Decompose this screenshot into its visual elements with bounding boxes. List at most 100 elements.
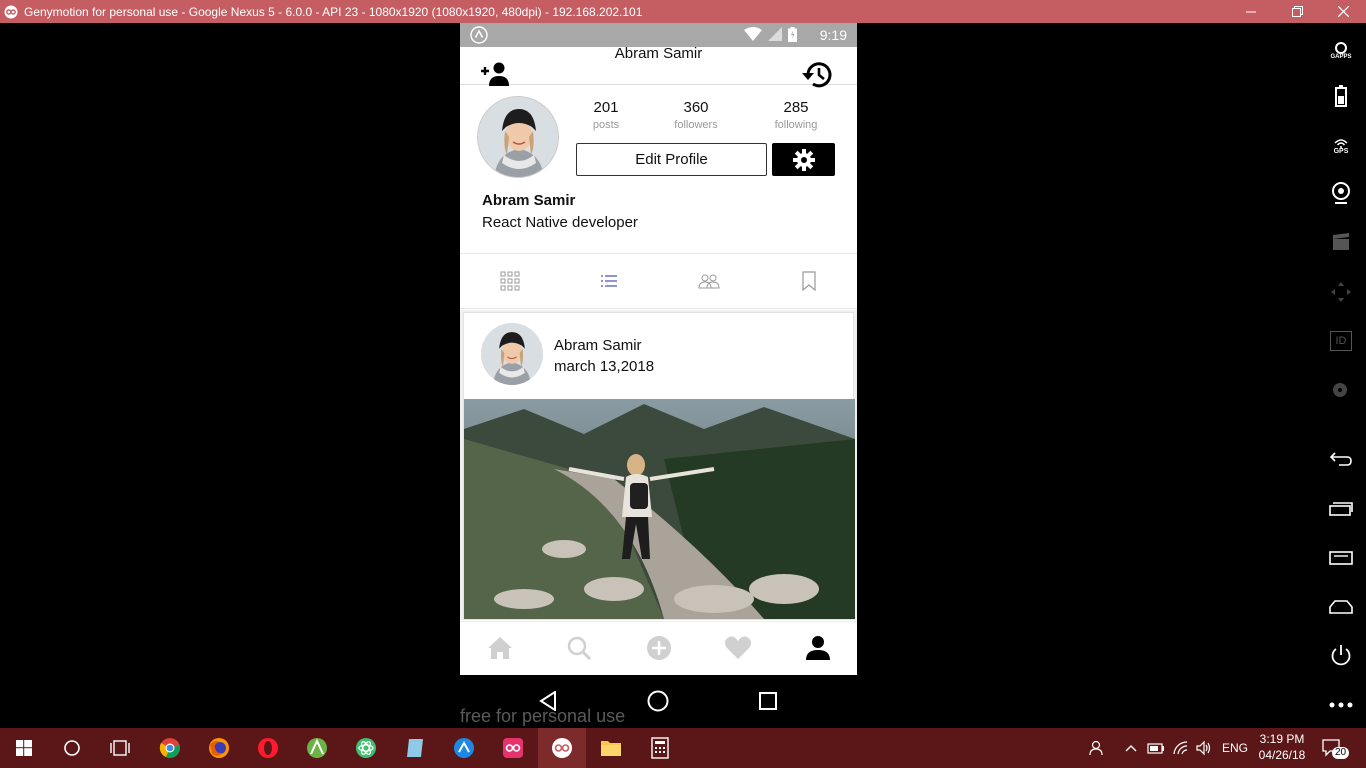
action-center-button[interactable]: 20 [1322, 728, 1350, 768]
back-button[interactable] [1329, 447, 1353, 471]
tab-list[interactable] [594, 266, 624, 296]
history-icon[interactable] [801, 60, 835, 90]
nav-activity[interactable] [724, 634, 752, 662]
task-view-icon [110, 740, 130, 756]
volume-tray[interactable] [1196, 728, 1212, 768]
android-studio-taskbar-button[interactable] [293, 728, 341, 768]
disk-widget[interactable] [1329, 378, 1353, 402]
power-icon [1331, 645, 1351, 666]
cortana-button[interactable] [48, 728, 96, 768]
tab-saved[interactable] [794, 266, 824, 296]
atom-taskbar-button[interactable] [342, 728, 390, 768]
clapperboard-icon [1333, 233, 1349, 250]
windows-logo-icon [16, 740, 32, 756]
followers-stat[interactable]: 360 followers [656, 99, 736, 131]
battery-charging-icon [1147, 743, 1164, 754]
people-icon [1089, 740, 1103, 756]
chrome-taskbar-button[interactable] [146, 728, 194, 768]
expo-taskbar-button[interactable] [440, 728, 488, 768]
close-button[interactable] [1320, 0, 1366, 23]
react-native-debug-icon [470, 26, 488, 44]
restore-button[interactable] [1274, 0, 1320, 23]
genymotion-device-taskbar-button[interactable] [538, 728, 586, 768]
firefox-icon [209, 738, 229, 758]
language-indicator[interactable]: ENG [1222, 728, 1248, 768]
add-circle-icon [647, 636, 671, 660]
genymotion-taskbar-button[interactable] [489, 728, 537, 768]
windows-taskbar: ENG 3:19 PM 04/26/18 20 [0, 728, 1366, 768]
tab-tagged[interactable] [694, 266, 724, 296]
power-button[interactable] [1329, 643, 1353, 667]
start-button[interactable] [0, 728, 48, 768]
home-circle-icon [647, 690, 669, 712]
post-photo[interactable] [464, 399, 855, 619]
gps-icon [1334, 138, 1348, 148]
more-button[interactable] [1329, 693, 1353, 717]
posts-stat[interactable]: 201 posts [566, 99, 646, 131]
notes-icon [407, 739, 423, 757]
recent-apps-button[interactable] [1329, 497, 1353, 521]
profile-name: Abram Samir [482, 192, 576, 209]
remote-control-widget[interactable] [1329, 280, 1353, 304]
cortana-circle-icon [64, 740, 80, 756]
screencast-widget[interactable] [1329, 230, 1353, 254]
search-icon [567, 636, 591, 660]
post-author-avatar[interactable] [481, 323, 543, 385]
person-icon [806, 636, 830, 660]
add-person-icon[interactable] [480, 62, 512, 86]
disk-icon [1333, 383, 1347, 397]
gps-label: GPS [1333, 147, 1349, 155]
webcam-widget[interactable] [1329, 181, 1353, 205]
file-explorer-taskbar-button[interactable] [587, 728, 635, 768]
android-home-button[interactable] [646, 689, 670, 713]
expo-icon [454, 738, 474, 758]
post-author-name[interactable]: Abram Samir [554, 337, 642, 354]
webcam-icon [1332, 182, 1350, 204]
posts-label: posts [592, 119, 620, 131]
gapps-label: GAPPS [1330, 54, 1352, 60]
gapps-button[interactable]: GAPPS [1329, 37, 1353, 65]
post-feed: Abram Samir march 13,2018 [460, 310, 857, 620]
header-username: Abram Samir [614, 45, 703, 62]
settings-button[interactable] [772, 143, 835, 176]
nav-profile[interactable] [804, 634, 832, 662]
following-stat[interactable]: 285 following [756, 99, 836, 131]
genymotion-icon [4, 5, 18, 18]
wifi-icon [1173, 741, 1188, 755]
nav-add[interactable] [645, 634, 673, 662]
notes-taskbar-button[interactable] [391, 728, 439, 768]
tab-grid[interactable] [495, 266, 525, 296]
speaker-icon [1196, 741, 1211, 755]
gps-widget[interactable]: GPS [1329, 132, 1353, 160]
network-tray[interactable] [1173, 728, 1189, 768]
people-button[interactable] [1088, 728, 1104, 768]
genymotion-device-icon [552, 738, 572, 758]
firefox-taskbar-button[interactable] [195, 728, 243, 768]
following-label: following [774, 119, 818, 131]
show-hidden-icons-button[interactable] [1125, 728, 1137, 768]
minimize-button[interactable] [1228, 0, 1274, 23]
grid-icon [500, 271, 520, 291]
gear-icon [792, 148, 815, 171]
home-button[interactable] [1329, 595, 1353, 619]
opera-taskbar-button[interactable] [244, 728, 292, 768]
nav-search[interactable] [565, 634, 593, 662]
taskbar-clock[interactable]: 3:19 PM 04/26/18 [1256, 731, 1308, 763]
battery-widget[interactable] [1329, 84, 1353, 108]
task-view-button[interactable] [96, 728, 144, 768]
recents-icon [759, 692, 777, 710]
menu-button[interactable] [1329, 546, 1353, 570]
profile-avatar[interactable] [477, 96, 559, 178]
home-outline-icon [1329, 600, 1353, 614]
chrome-icon [159, 738, 180, 758]
identifiers-widget[interactable]: ID [1329, 329, 1353, 353]
edit-profile-button[interactable]: Edit Profile [576, 143, 767, 176]
android-recents-button[interactable] [756, 689, 780, 713]
calculator-taskbar-button[interactable] [636, 728, 684, 768]
nav-home[interactable] [486, 634, 514, 662]
recent-apps-icon [1329, 502, 1353, 516]
bookmark-icon [802, 271, 816, 291]
window-titlebar: Genymotion for personal use - Google Nex… [0, 0, 1366, 23]
battery-tray[interactable] [1147, 728, 1165, 768]
post-card: Abram Samir march 13,2018 [463, 312, 855, 620]
